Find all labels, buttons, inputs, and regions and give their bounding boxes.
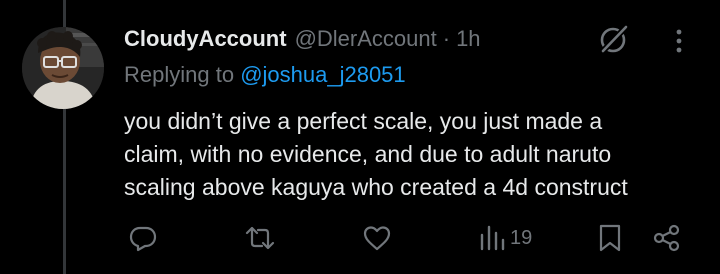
replying-to: Replying to @joshua_j28051: [124, 62, 406, 88]
views-icon: [480, 225, 505, 251]
reply-icon: [129, 226, 157, 252]
like-button[interactable]: [362, 220, 392, 256]
user-handle[interactable]: @DlerAccount: [295, 26, 437, 52]
timestamp[interactable]: 1h: [456, 26, 480, 52]
views-count: 19: [510, 226, 533, 249]
reply-button[interactable]: [128, 220, 158, 256]
replying-mention-link[interactable]: @joshua_j28051: [240, 62, 405, 87]
bookmark-button[interactable]: [597, 220, 623, 256]
avatar-image: [22, 27, 104, 109]
retweet-icon: [245, 226, 275, 250]
tweet-text-line: you didn’t give a perfect scale, you jus…: [124, 108, 603, 134]
views-button[interactable]: 19: [478, 220, 532, 256]
grok-icon[interactable]: [597, 22, 631, 56]
tweet-text-line: scaling above kaguya who created a 4d co…: [124, 174, 628, 200]
replying-prefix: Replying to: [124, 62, 241, 87]
like-icon: [363, 226, 391, 251]
separator-dot: ·: [442, 26, 451, 51]
display-name[interactable]: CloudyAccount: [124, 26, 287, 52]
retweet-button[interactable]: [244, 220, 276, 256]
tweet-header: CloudyAccount @DlerAccount · 1h: [124, 24, 481, 54]
tweet-text: you didn’t give a perfect scale, you jus…: [124, 105, 714, 204]
share-button[interactable]: [652, 220, 682, 256]
action-bar: 19: [0, 220, 720, 256]
bookmark-icon: [599, 224, 621, 252]
share-icon: [653, 224, 680, 252]
more-options-icon[interactable]: [668, 26, 690, 56]
avatar[interactable]: [22, 27, 104, 109]
tweet-text-line: claim, with no evidence, and due to adul…: [124, 141, 612, 167]
